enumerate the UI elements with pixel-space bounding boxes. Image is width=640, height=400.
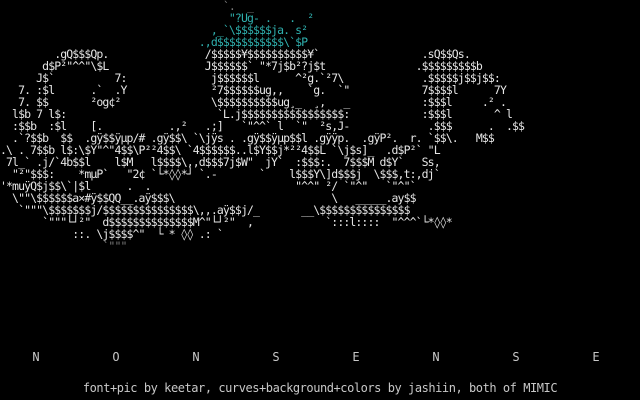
- title-letter: S: [512, 350, 520, 364]
- title-letter: N: [192, 350, 200, 364]
- title-letter: E: [592, 350, 600, 364]
- ascii-art-line: `""": [0, 239, 434, 253]
- title-nonsense: N O N S E N S E: [0, 350, 640, 364]
- ascii-art-logo: `. _ "?Ug- . . ² ,_`\$$$$$$ja. s² .,d$$$…: [0, 0, 640, 336]
- title-letter: N: [32, 350, 40, 364]
- title-letter: E: [352, 350, 360, 364]
- title-letter: N: [432, 350, 440, 364]
- ansi-art-screen: `. _ "?Ug- . . ² ,_`\$$$$$$ja. s² .,d$$$…: [0, 0, 640, 400]
- title-letter: S: [272, 350, 280, 364]
- title-letter: O: [112, 350, 120, 364]
- credits-line: font+pic by keetar, curves+background+co…: [82, 381, 558, 395]
